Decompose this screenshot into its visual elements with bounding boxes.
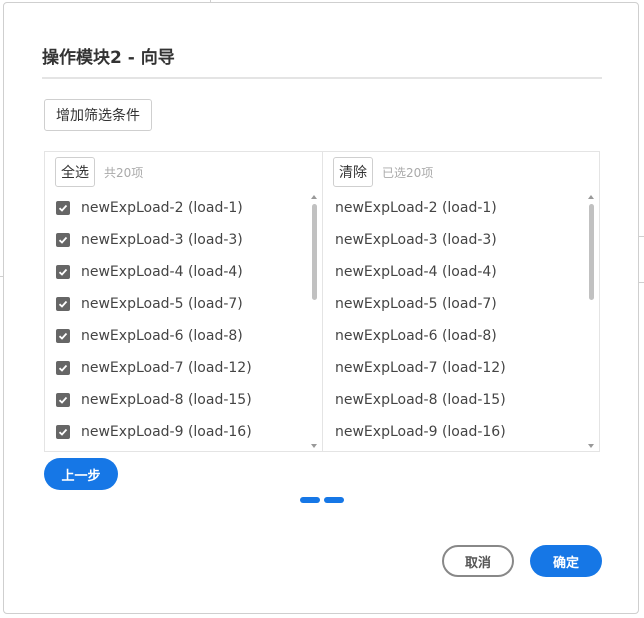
list-item-label: newExpLoad-7 (load-12) (335, 360, 506, 376)
list-item[interactable]: newExpLoad-7 (load-12) (45, 352, 308, 384)
checkbox-checked-icon[interactable] (56, 329, 70, 343)
step-dot (300, 497, 320, 503)
list-item-label: newExpLoad-4 (load-4) (335, 264, 497, 280)
list-item[interactable]: newExpLoad-5 (load-7) (323, 288, 585, 320)
list-item[interactable]: newExpLoad-7 (load-12) (323, 352, 585, 384)
list-item[interactable]: newExpLoad-2 (load-1) (323, 192, 585, 224)
list-item[interactable]: newExpLoad-3 (load-3) (323, 224, 585, 256)
cancel-button[interactable]: 取消 (442, 545, 514, 577)
source-list-panel: 全选 共20项 newExpLoad-2 (load-1) newExpLoad-… (44, 151, 323, 452)
title-divider (42, 77, 602, 79)
list-item-label: newExpLoad-3 (load-3) (81, 232, 243, 248)
source-list-header: 全选 共20项 (55, 156, 143, 188)
step-dot (324, 497, 344, 503)
checkbox-checked-icon[interactable] (56, 233, 70, 247)
selected-list-scrollbar[interactable] (585, 192, 599, 451)
add-filter-button[interactable]: 增加筛选条件 (44, 99, 152, 131)
selected-count: 已选20项 (382, 165, 434, 180)
scroll-thumb[interactable] (312, 204, 317, 300)
selected-list-header: 清除 已选20项 (333, 156, 433, 188)
list-item-label: newExpLoad-2 (load-1) (335, 200, 497, 216)
checkbox-checked-icon[interactable] (56, 265, 70, 279)
list-item-label: newExpLoad-9 (load-16) (335, 424, 506, 440)
list-item-label: newExpLoad-7 (load-12) (81, 360, 252, 376)
previous-step-button[interactable]: 上一步 (44, 458, 118, 490)
source-list: newExpLoad-2 (load-1) newExpLoad-3 (load-… (45, 192, 308, 448)
list-item[interactable]: newExpLoad-9 (load-16) (45, 416, 308, 448)
selected-list-panel: 清除 已选20项 newExpLoad-2 (load-1) newExpLoad… (322, 151, 600, 452)
step-indicator (300, 497, 344, 503)
scroll-up-icon[interactable] (311, 195, 317, 199)
selected-list: newExpLoad-2 (load-1) newExpLoad-3 (load-… (323, 192, 585, 448)
list-item-label: newExpLoad-2 (load-1) (81, 200, 243, 216)
clear-button[interactable]: 清除 (333, 157, 373, 187)
list-item-label: newExpLoad-5 (load-7) (81, 296, 243, 312)
list-item-label: newExpLoad-6 (load-8) (81, 328, 243, 344)
list-item[interactable]: newExpLoad-6 (load-8) (45, 320, 308, 352)
total-count: 共20项 (104, 165, 144, 180)
scroll-down-icon[interactable] (311, 444, 317, 448)
scroll-thumb[interactable] (589, 204, 594, 300)
checkbox-checked-icon[interactable] (56, 297, 70, 311)
list-item[interactable]: newExpLoad-6 (load-8) (323, 320, 585, 352)
list-item-label: newExpLoad-3 (load-3) (335, 232, 497, 248)
list-item-label: newExpLoad-8 (load-15) (335, 392, 506, 408)
backdrop-edge (639, 282, 644, 283)
checkbox-checked-icon[interactable] (56, 393, 70, 407)
select-all-button[interactable]: 全选 (55, 157, 95, 187)
scroll-down-icon[interactable] (588, 444, 594, 448)
list-item-label: newExpLoad-4 (load-4) (81, 264, 243, 280)
list-item[interactable]: newExpLoad-3 (load-3) (45, 224, 308, 256)
checkbox-checked-icon[interactable] (56, 361, 70, 375)
wizard-dialog: 操作模块2 - 向导 增加筛选条件 全选 共20项 newExpLoad-2 (… (3, 2, 639, 614)
confirm-button[interactable]: 确定 (530, 545, 602, 577)
list-item[interactable]: newExpLoad-5 (load-7) (45, 288, 308, 320)
source-list-scrollbar[interactable] (308, 192, 322, 451)
backdrop-edge (639, 236, 644, 237)
checkbox-checked-icon[interactable] (56, 425, 70, 439)
dialog-title: 操作模块2 - 向导 (42, 48, 175, 68)
list-item[interactable]: newExpLoad-8 (load-15) (323, 384, 585, 416)
list-item-label: newExpLoad-6 (load-8) (335, 328, 497, 344)
list-item-label: newExpLoad-8 (load-15) (81, 392, 252, 408)
list-item[interactable]: newExpLoad-4 (load-4) (45, 256, 308, 288)
list-item-label: newExpLoad-5 (load-7) (335, 296, 497, 312)
scroll-up-icon[interactable] (588, 195, 594, 199)
checkbox-checked-icon[interactable] (56, 201, 70, 215)
list-item-label: newExpLoad-9 (load-16) (81, 424, 252, 440)
list-item[interactable]: newExpLoad-8 (load-15) (45, 384, 308, 416)
list-item[interactable]: newExpLoad-2 (load-1) (45, 192, 308, 224)
list-item[interactable]: newExpLoad-9 (load-16) (323, 416, 585, 448)
list-item[interactable]: newExpLoad-4 (load-4) (323, 256, 585, 288)
